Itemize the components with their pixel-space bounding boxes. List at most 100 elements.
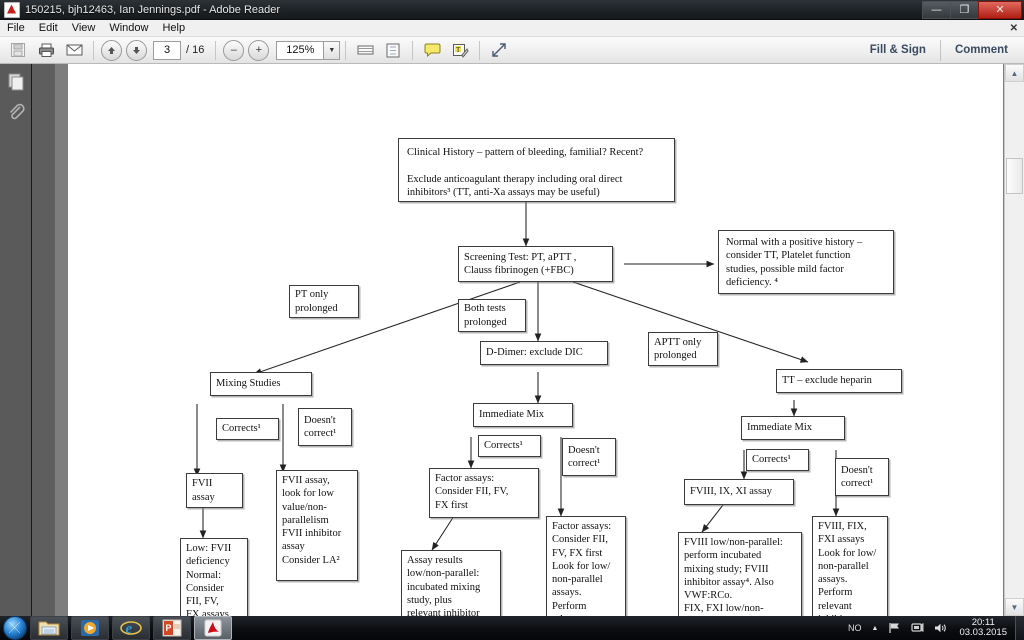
flow-node-doesnt-correct-right: Doesn't correct¹: [835, 458, 889, 496]
page-thumbnails-icon[interactable]: [4, 70, 28, 94]
taskbar: e P NO ▲ 20:11 03.03.2015: [0, 616, 1024, 640]
menu-window[interactable]: Window: [102, 21, 155, 35]
fit-page-icon[interactable]: [381, 39, 405, 62]
folder-icon: [38, 621, 60, 636]
taskbar-app-internet-explorer[interactable]: e: [112, 616, 150, 640]
expand-arrows-icon[interactable]: [487, 39, 511, 62]
svg-text:T: T: [456, 46, 461, 54]
flow-node-fviii-low-nonparallel: FVIII low/non-parallel: perform incubate…: [678, 532, 802, 616]
flow-node-corrects-left: Corrects¹: [216, 418, 279, 440]
menu-help[interactable]: Help: [155, 21, 192, 35]
highlight-text-icon[interactable]: T: [448, 39, 472, 62]
speaker-icon[interactable]: [934, 622, 948, 634]
close-icon[interactable]: ✕: [1010, 23, 1018, 34]
tray-language-indicator[interactable]: NO: [848, 623, 862, 633]
flow-node-immediate-mix-mid: Immediate Mix: [473, 403, 573, 427]
flow-node-assay-results: Assay results low/non-parallel: incubate…: [401, 550, 501, 616]
clock[interactable]: 20:11 03.03.2015: [959, 618, 1007, 638]
fill-and-sign-button[interactable]: Fill & Sign: [858, 37, 938, 64]
flow-node-doesnt-correct-left: Doesn't correct¹: [298, 408, 352, 446]
action-center-flag-icon[interactable]: [888, 622, 901, 634]
envelope-icon[interactable]: [62, 39, 86, 62]
scrollbar-thumb[interactable]: [1006, 158, 1023, 194]
menubar: File Edit View Window Help ✕: [0, 20, 1024, 37]
flow-node-factor-assays-mid: Factor assays: Consider FII, FV, FX firs…: [429, 468, 539, 518]
pdf-page: Clinical History – pattern of bleeding, …: [68, 64, 1003, 616]
flow-node-normal-positive-history: Normal with a positive history – conside…: [718, 230, 894, 294]
minimize-button[interactable]: —: [922, 0, 951, 19]
flow-node-pt-only-prolonged: PT only prolonged: [289, 285, 359, 318]
document-workspace: Clinical History – pattern of bleeding, …: [0, 64, 1024, 616]
powerpoint-icon: P: [162, 619, 182, 637]
scroll-up-button[interactable]: ▲: [1005, 64, 1024, 82]
page-number-input[interactable]: 3: [153, 40, 181, 60]
flow-node-screening-test: Screening Test: PT, aPTT , Clauss fibrin…: [458, 246, 613, 282]
flow-node-mixing-studies: Mixing Studies: [210, 372, 312, 396]
flow-node-fvii-assay-detail: FVII assay, look for low value/non- para…: [276, 470, 358, 581]
flow-node-both-tests-prolonged: Both tests prolonged: [458, 299, 526, 332]
show-hidden-icons-button[interactable]: ▲: [872, 625, 879, 632]
pdf-icon: [4, 1, 20, 18]
fit-width-icon[interactable]: [353, 39, 377, 62]
toolbar-separator: [93, 40, 94, 60]
speech-bubble-icon[interactable]: [420, 39, 444, 62]
flow-node-fviii-fix-fxi-assays: FVIII, FIX, FXI assays Look for low/ non…: [812, 516, 888, 616]
ie-e-icon: e: [120, 621, 142, 637]
show-desktop-button[interactable]: [1015, 616, 1024, 640]
comment-button[interactable]: Comment: [943, 37, 1020, 64]
menu-edit[interactable]: Edit: [32, 21, 65, 35]
system-tray: NO ▲ 20:11 03.03.2015: [843, 616, 1024, 640]
window-controls: — ❐ ✕: [922, 0, 1022, 19]
maximize-button[interactable]: ❐: [950, 0, 979, 19]
acrobat-icon: [204, 619, 222, 637]
page-canvas: Clinical History – pattern of bleeding, …: [55, 64, 1005, 616]
paperclip-icon[interactable]: [4, 100, 28, 124]
play-circle-icon: [81, 620, 99, 636]
toolbar-separator: [345, 40, 347, 60]
page-total-label: / 16: [186, 44, 205, 56]
toolbar-separator: [479, 40, 481, 60]
flow-node-doesnt-correct-mid: Doesn't correct¹: [562, 438, 616, 476]
window-titlebar[interactable]: 150215, bjh12463, Ian Jennings.pdf - Ado…: [0, 0, 1024, 20]
flow-node-tt-exclude-heparin: TT – exclude heparin: [776, 369, 902, 393]
network-icon[interactable]: [911, 622, 924, 634]
menu-file[interactable]: File: [0, 21, 32, 35]
taskbar-app-powerpoint[interactable]: P: [153, 616, 191, 640]
flow-node-d-dimer: D-Dimer: exclude DIC: [480, 341, 608, 365]
taskbar-app-adobe-reader[interactable]: [194, 616, 232, 640]
taskbar-app-file-explorer[interactable]: [30, 616, 68, 640]
flow-node-fviii-ix-xi-assay: FVIII, IX, XI assay: [684, 479, 794, 505]
flow-node-clinical-history: Clinical History – pattern of bleeding, …: [398, 138, 675, 202]
chevron-down-icon[interactable]: ▼: [323, 40, 341, 60]
flow-node-fvii-assay: FVII assay: [186, 473, 243, 508]
flow-node-factor-assays-mid-right: Factor assays: Consider FII, FV, FX firs…: [546, 516, 626, 616]
previous-page-button[interactable]: [101, 39, 122, 61]
menu-view[interactable]: View: [65, 21, 103, 35]
flow-node-corrects-right: Corrects¹: [746, 449, 809, 471]
toolbar-separator: [939, 39, 941, 61]
toolbar-right-group: Fill & Sign Comment: [858, 37, 1020, 64]
taskbar-app-media-player[interactable]: [71, 616, 109, 640]
toolbar-separator: [215, 40, 217, 60]
navigation-pane: [0, 64, 32, 616]
toolbar-separator: [412, 40, 414, 60]
flow-node-corrects-mid: Corrects¹: [478, 435, 541, 457]
window-title: 150215, bjh12463, Ian Jennings.pdf - Ado…: [25, 3, 281, 16]
zoom-level-input[interactable]: 125%: [276, 40, 324, 60]
printer-icon[interactable]: [34, 39, 58, 62]
flowchart: Clinical History – pattern of bleeding, …: [68, 64, 1003, 616]
next-page-button[interactable]: [126, 39, 147, 61]
flow-node-low-fvii: Low: FVII deficiency Normal: Consider FI…: [180, 538, 248, 616]
toolbar: 3 / 16 – + 125% ▼ T Fill & Sign Comment: [0, 37, 1024, 64]
flow-node-immediate-mix-right: Immediate Mix: [741, 416, 845, 440]
svg-text:e: e: [126, 621, 133, 637]
vertical-scrollbar[interactable]: ▲ ▼: [1004, 64, 1024, 616]
scroll-down-button[interactable]: ▼: [1005, 598, 1024, 616]
save-icon[interactable]: [6, 39, 30, 62]
close-button[interactable]: ✕: [978, 0, 1022, 19]
svg-text:P: P: [166, 623, 172, 633]
clock-date: 03.03.2015: [959, 627, 1007, 638]
windows-start-orb[interactable]: [3, 616, 27, 640]
zoom-in-button[interactable]: +: [248, 39, 270, 61]
zoom-out-button[interactable]: –: [223, 39, 245, 61]
